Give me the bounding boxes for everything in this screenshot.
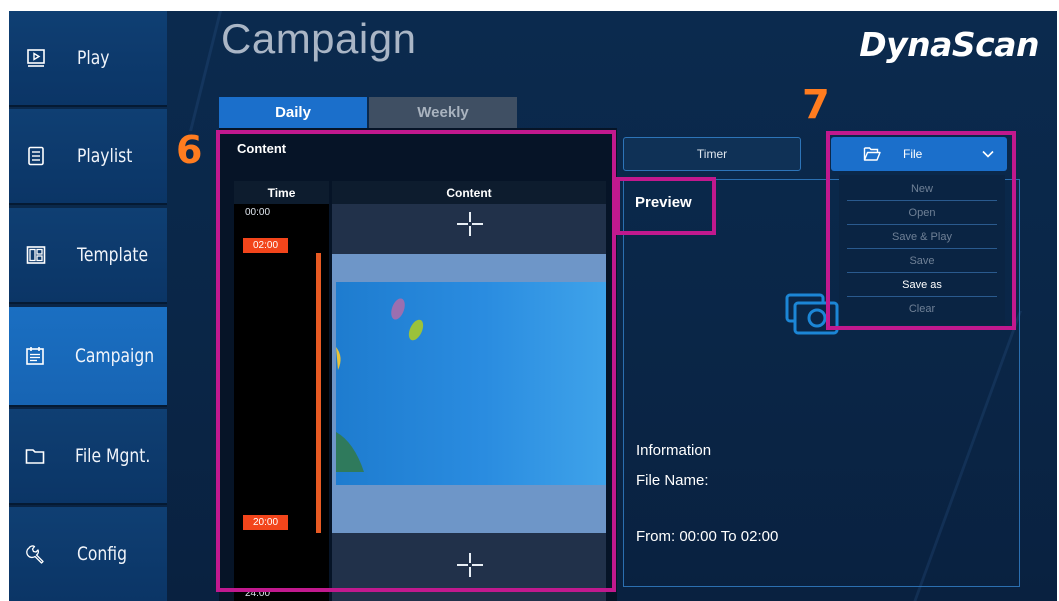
app-window: Play Playlist Template Campaign File Mgn… bbox=[0, 0, 1059, 601]
sidebar: Play Playlist Template Campaign File Mgn… bbox=[9, 11, 167, 601]
play-screen-icon bbox=[25, 47, 47, 69]
sidebar-item-label: Campaign bbox=[75, 345, 155, 367]
file-name-label: File Name: bbox=[636, 472, 709, 489]
wrench-icon bbox=[25, 543, 47, 565]
sidebar-item-label: Play bbox=[77, 47, 110, 69]
annotation-box-content bbox=[216, 130, 616, 592]
annotation-box-file-menu bbox=[826, 131, 1016, 330]
sidebar-item-file-mgnt[interactable]: File Mgnt. bbox=[9, 409, 167, 505]
tab-daily[interactable]: Daily bbox=[219, 97, 367, 128]
page-title: Campaign bbox=[221, 15, 417, 62]
sidebar-item-template[interactable]: Template bbox=[9, 208, 167, 304]
folder-icon bbox=[25, 445, 45, 467]
annotation-number-6: 6 bbox=[176, 128, 203, 172]
time-range-text: From: 00:00 To 02:00 bbox=[636, 528, 779, 545]
sidebar-item-play[interactable]: Play bbox=[9, 11, 167, 107]
decor-stripe bbox=[189, 11, 222, 131]
list-document-icon bbox=[25, 145, 47, 167]
sidebar-item-playlist[interactable]: Playlist bbox=[9, 109, 167, 205]
layout-grid-icon bbox=[25, 244, 47, 266]
timer-button[interactable]: Timer bbox=[623, 137, 801, 171]
information-heading: Information bbox=[636, 442, 712, 459]
sidebar-item-label: Template bbox=[77, 244, 149, 266]
sidebar-item-campaign[interactable]: Campaign bbox=[9, 307, 167, 407]
sidebar-item-label: Playlist bbox=[77, 145, 133, 167]
annotation-box-preview bbox=[616, 177, 716, 235]
brand-logo: DynaScan bbox=[859, 25, 1039, 64]
calendar-list-icon bbox=[25, 345, 45, 367]
sidebar-item-config[interactable]: Config bbox=[9, 507, 167, 601]
tab-weekly[interactable]: Weekly bbox=[369, 97, 517, 128]
annotation-number-7: 7 bbox=[802, 82, 830, 128]
sidebar-item-label: Config bbox=[77, 543, 127, 565]
sidebar-item-label: File Mgnt. bbox=[75, 445, 151, 467]
